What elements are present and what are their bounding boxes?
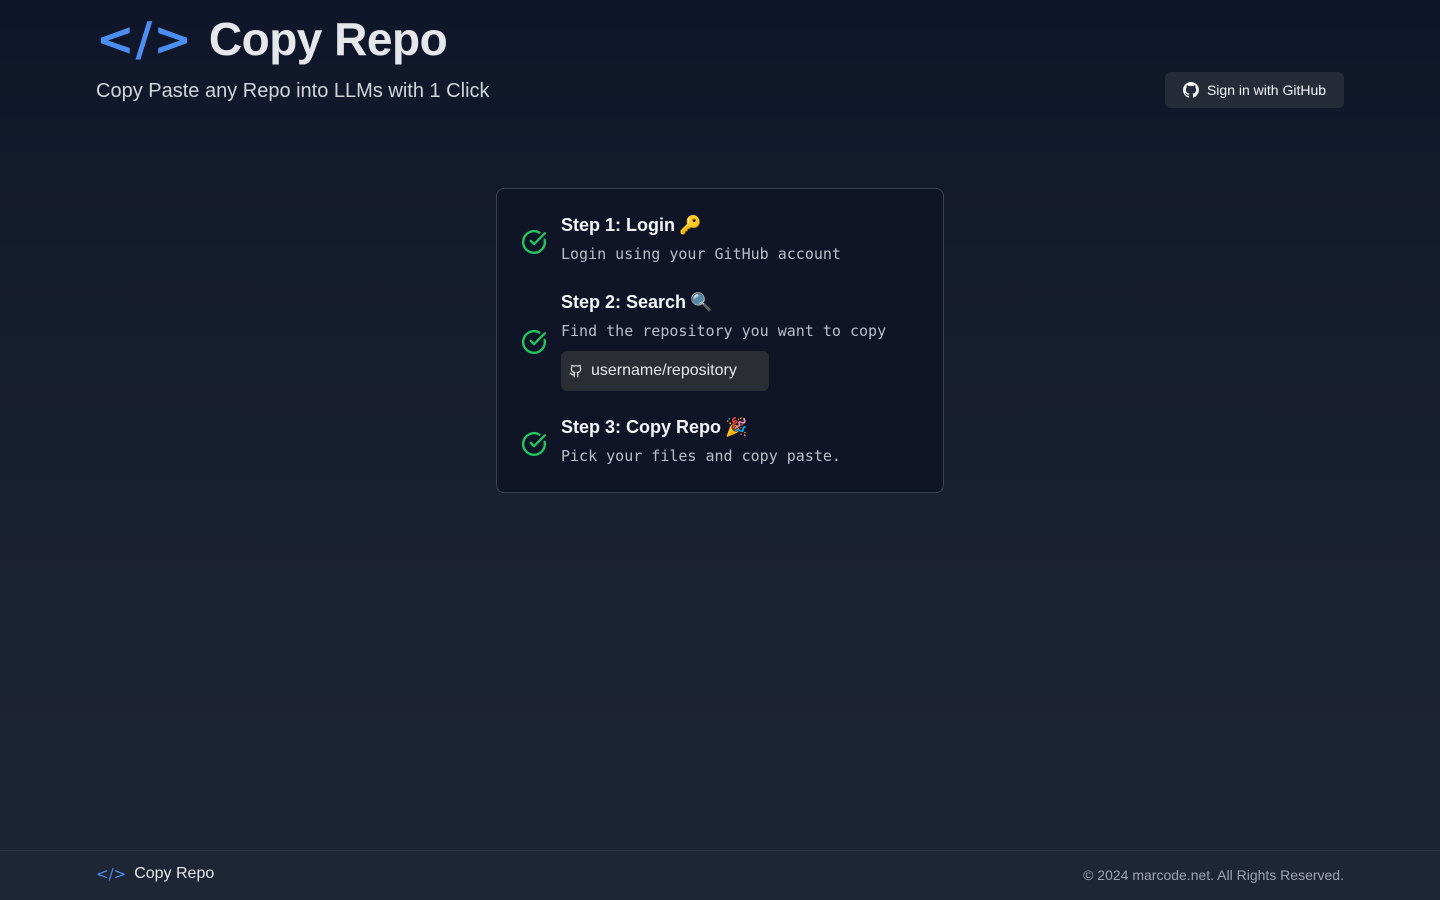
- copyright-text: © 2024 marcode.net. All Rights Reserved.: [1083, 867, 1344, 883]
- code-icon: </>: [96, 865, 127, 883]
- check-circle-icon: [522, 229, 547, 255]
- step-title: Step 1: Login 🔑: [561, 215, 701, 236]
- footer-brand-name: Copy Repo: [134, 865, 215, 882]
- step-description: Pick your files and copy paste.: [561, 447, 841, 465]
- code-icon: </>: [96, 12, 193, 66]
- check-circle-icon: [522, 329, 547, 355]
- magnifier-icon: 🔍: [690, 292, 713, 313]
- tagline: Copy Paste any Repo into LLMs with 1 Cli…: [96, 80, 490, 102]
- sign-in-label: Sign in with GitHub: [1206, 82, 1327, 98]
- github-icon: [1182, 82, 1199, 98]
- steps-card: Step 1: Login 🔑 Login using your GitHub a…: [496, 188, 944, 493]
- check-circle-icon: [522, 431, 547, 457]
- step-title: Step 2: Search 🔍: [561, 292, 712, 313]
- repo-search-input[interactable]: [591, 362, 761, 380]
- step-title-text: Step 1: Login: [561, 215, 675, 235]
- key-icon: 🔑: [679, 215, 702, 236]
- step-description: Login using your GitHub account: [561, 245, 841, 263]
- github-icon: [569, 364, 582, 378]
- logo[interactable]: </> Copy Repo: [96, 12, 490, 66]
- page-footer: </> Copy Repo © 2024 marcode.net. All Ri…: [0, 850, 1440, 900]
- party-popper-icon: 🎉: [725, 417, 748, 438]
- step-title-text: Step 3: Copy Repo: [561, 417, 722, 437]
- footer-logo[interactable]: </> Copy Repo: [96, 865, 214, 883]
- repo-search-field[interactable]: [561, 351, 769, 391]
- page-header: </> Copy Repo Copy Paste any Repo into L…: [96, 12, 490, 103]
- step-title-text: Step 2: Search: [561, 292, 687, 312]
- step-description: Find the repository you want to copy: [561, 322, 887, 340]
- sign-in-github-button[interactable]: Sign in with GitHub: [1165, 72, 1344, 108]
- app-title: Copy Repo: [208, 13, 448, 65]
- step-title: Step 3: Copy Repo 🎉: [561, 417, 747, 438]
